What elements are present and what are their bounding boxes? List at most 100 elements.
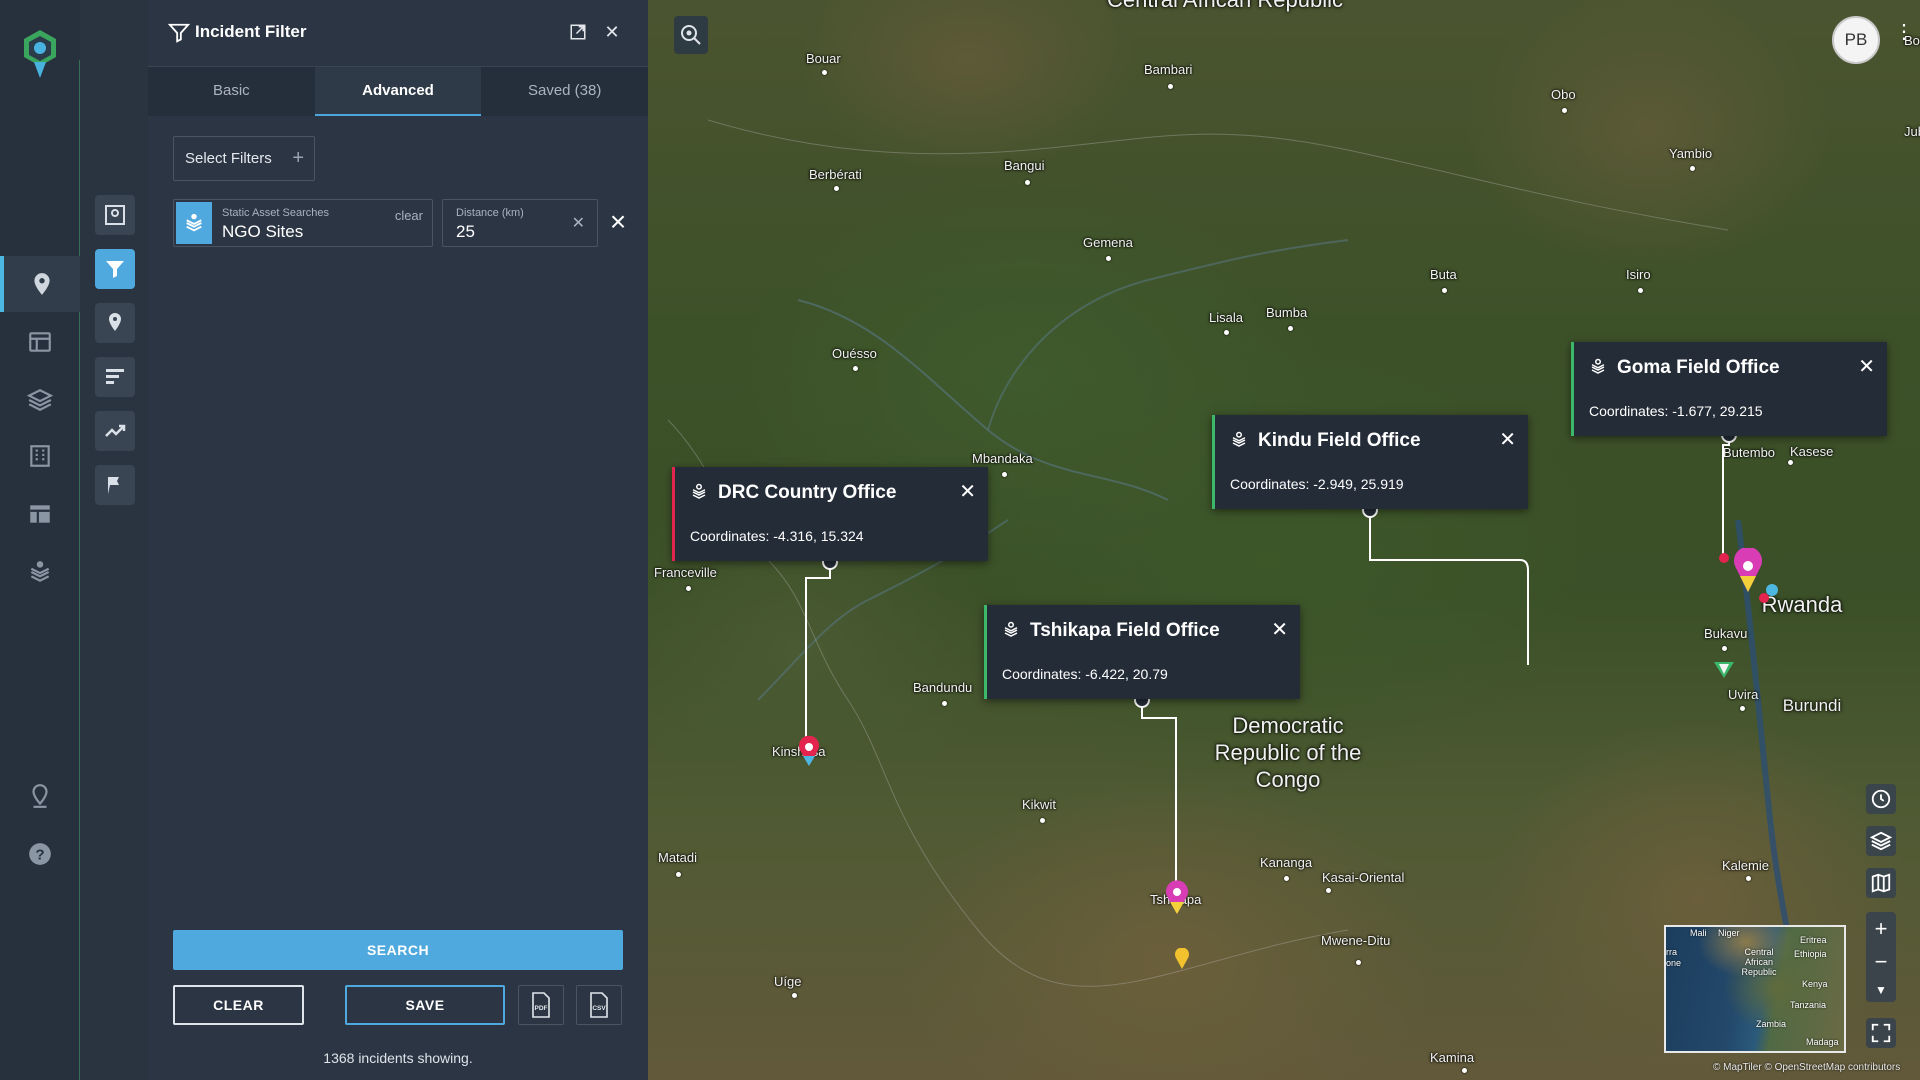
expand-panel-button[interactable] [568,22,588,42]
filter-tabs: Basic Advanced Saved (38) [148,66,648,116]
minimap-label: Ethiopia [1794,949,1827,959]
incident-filter-panel: Incident Filter ✕ Basic Advanced Saved (… [148,0,648,1080]
clear-button[interactable]: CLEAR [173,985,304,1025]
tab-saved[interactable]: Saved (38) [481,67,648,116]
overview-minimap[interactable]: Mali Niger Eritrea Central African Repub… [1664,925,1846,1053]
popup-coordinates: Coordinates: -2.949, 25.919 [1230,476,1404,492]
incident-filter-icon [106,261,124,278]
popup-kindu-field-office[interactable]: Kindu Field Office ✕ Coordinates: -2.949… [1212,415,1528,509]
static-asset-search-field[interactable]: Static Asset Searches NGO Sites clear [173,199,433,247]
layers-icon [27,389,53,411]
nav-buildings[interactable] [0,428,80,484]
tab-advanced[interactable]: Advanced [314,67,482,116]
table-icon [30,505,50,523]
popup-coordinates: Coordinates: -4.316, 15.324 [690,528,864,544]
nav-help[interactable]: ? [0,826,80,882]
search-button[interactable]: SEARCH [173,930,623,970]
filter-title-icon [168,23,190,43]
popup-close-button[interactable]: ✕ [1499,427,1516,452]
popup-title: Kindu Field Office [1258,430,1421,451]
asset-clear-link[interactable]: clear [395,208,423,223]
nav-layers[interactable] [0,372,80,428]
compass-icon[interactable]: ▼ [1875,984,1887,996]
minimap-label: Madaga [1806,1037,1839,1047]
zoom-in-icon[interactable]: + [1875,917,1888,940]
popup-drc-country-office[interactable]: DRC Country Office ✕ Coordinates: -4.316… [672,467,988,561]
incident-pin-tshikapa[interactable] [1162,880,1192,916]
location-pin-icon [109,313,121,331]
basemap-icon [1871,873,1891,893]
history-clock-icon [1871,789,1891,809]
asset-stack-icon [1232,431,1246,447]
nav-dashboard[interactable] [0,314,80,370]
more-menu-icon[interactable]: ⋮ [1894,22,1914,50]
export-csv-button[interactable]: CSV [576,985,622,1025]
fullscreen-button[interactable] [1866,1018,1896,1048]
popup-goma-field-office[interactable]: Goma Field Office ✕ Coordinates: -1.677,… [1571,342,1887,436]
user-avatar[interactable]: PB [1832,16,1880,64]
popup-coordinates: Coordinates: -6.422, 20.79 [1002,666,1168,682]
nav-assets[interactable] [0,544,80,600]
trend-icon [105,424,126,437]
popup-close-button[interactable]: ✕ [959,479,976,504]
minimap-label: Mali [1690,928,1707,938]
tool-sort[interactable] [95,357,135,397]
close-icon: ✕ [604,21,620,42]
location-settings-icon [32,784,48,808]
close-panel-button[interactable]: ✕ [602,22,622,42]
tool-location[interactable] [95,303,135,343]
expand-icon [570,24,586,40]
main-nav-rail: ? [0,0,81,1080]
remove-filter-row-button[interactable]: × [604,208,632,236]
minimap-label: Eritrea [1800,935,1827,945]
sort-bars-icon [106,369,124,384]
popup-title: DRC Country Office [718,482,897,503]
popup-close-button[interactable]: ✕ [1271,617,1288,642]
tool-incident-filter[interactable] [95,249,135,289]
incident-pin-south[interactable] [1174,948,1190,970]
popup-close-button[interactable]: ✕ [1858,354,1875,379]
map-pin-icon [34,273,50,295]
tab-basic[interactable]: Basic [148,67,315,116]
nav-map[interactable] [0,256,80,312]
save-button[interactable]: SAVE [345,985,505,1025]
distance-clear-icon[interactable]: ✕ [572,213,585,233]
popup-accent-bar [1212,415,1215,509]
popup-accent-bar [1571,342,1574,436]
distance-field[interactable]: Distance (km) 25 ✕ [442,199,598,247]
asset-stack-icon [692,483,706,499]
popup-accent-bar [672,467,675,561]
incident-pin-kindu[interactable] [1710,652,1738,680]
zoom-controls: + − ▼ [1866,912,1896,1002]
tool-trends[interactable] [95,411,135,451]
app-logo-icon[interactable] [20,28,60,80]
map-layers-icon [1870,831,1892,851]
svg-text:PDF: PDF [535,1005,548,1012]
plus-icon: + [292,147,304,169]
map-canvas[interactable]: Bouar Bambari Obo Yambio Berbérati Bangu… [648,0,1920,1080]
asset-search-value: NGO Sites [222,222,304,241]
nav-location-settings[interactable] [0,768,80,824]
close-icon: × [609,206,627,237]
nav-table[interactable] [0,486,80,542]
incident-pin-kinshasa[interactable] [796,736,822,768]
popup-tshikapa-field-office[interactable]: Tshikapa Field Office ✕ Coordinates: -6.… [984,605,1300,699]
incident-pin-cluster-goma[interactable] [1714,548,1784,608]
select-filters-button[interactable]: Select Filters + [173,136,315,181]
minimap-label: one [1666,958,1682,968]
zoom-out-icon[interactable]: − [1875,950,1888,973]
minimap-label: Zambia [1756,1019,1787,1029]
history-button[interactable] [1866,784,1896,814]
buildings-icon [30,445,50,467]
map-layers-button[interactable] [1866,826,1896,856]
pdf-file-icon: PDF [532,992,550,1018]
panel-header: Incident Filter ✕ [148,0,648,66]
minimap-label: Kenya [1802,979,1828,989]
popup-title: Tshikapa Field Office [1030,620,1220,641]
asset-search-label: Static Asset Searches [222,207,329,219]
dashboard-icon [29,332,51,352]
export-pdf-button[interactable]: PDF [518,985,564,1025]
tool-map-search[interactable] [95,195,135,235]
basemap-button[interactable] [1866,868,1896,898]
tool-region[interactable] [95,465,135,505]
